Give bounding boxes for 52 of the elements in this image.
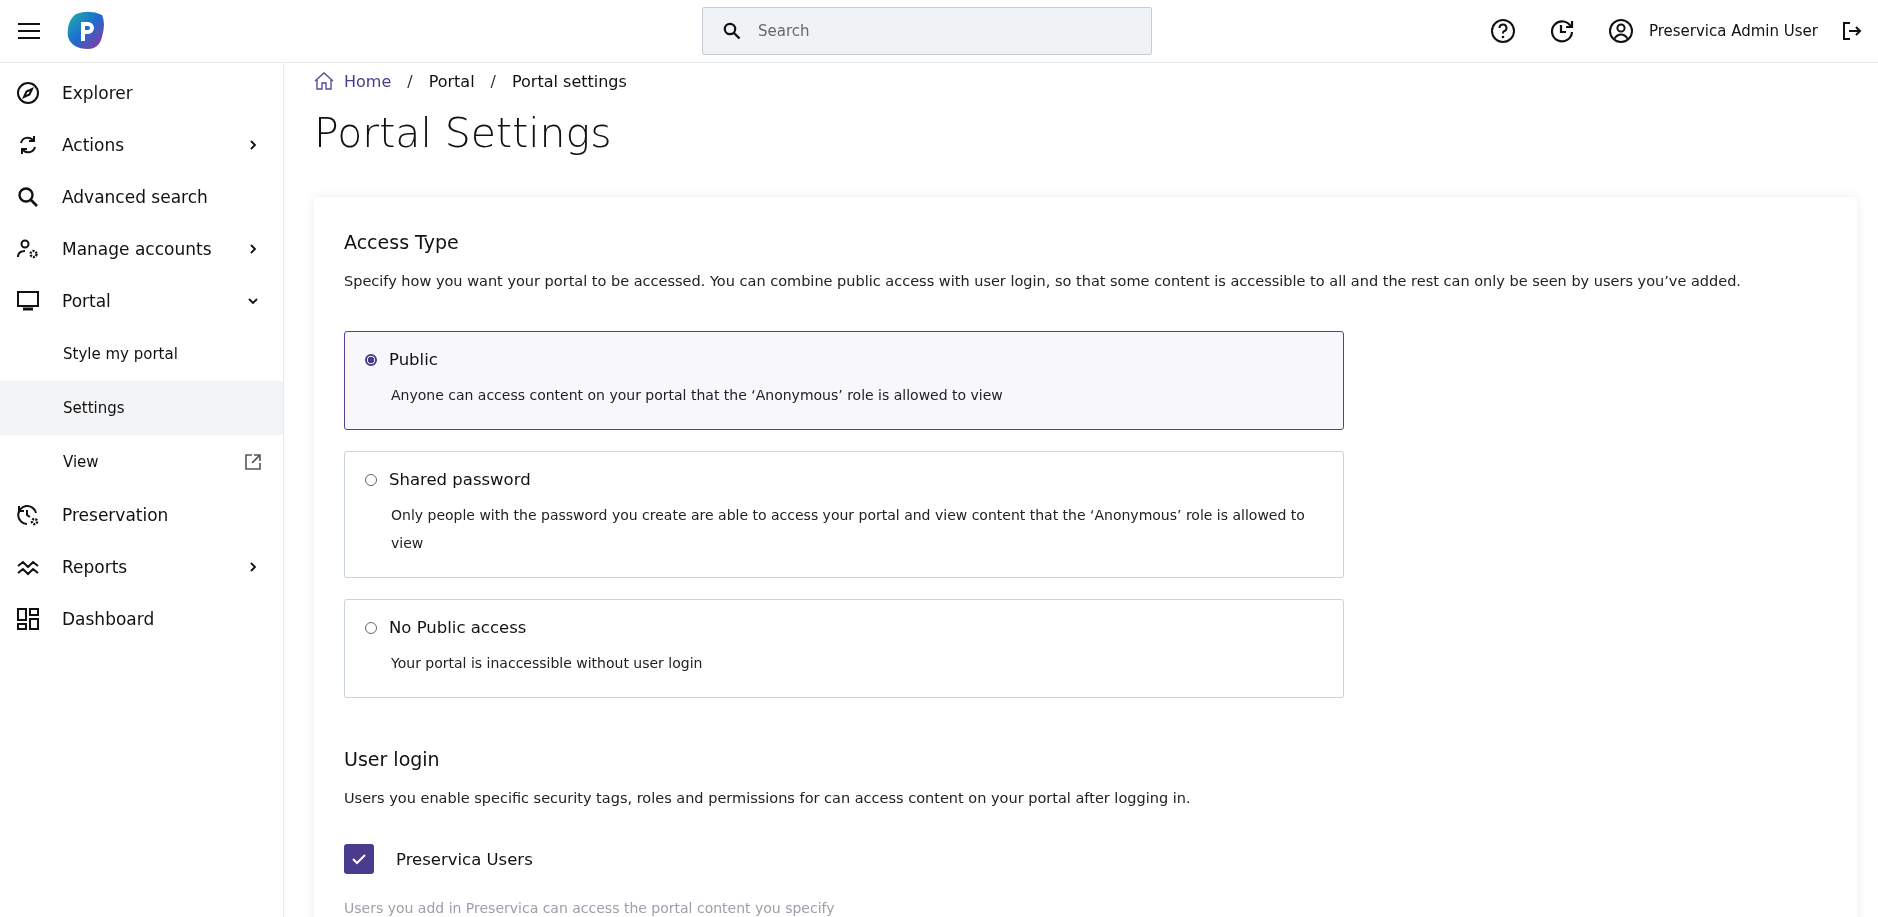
sub-nav-item[interactable]: Settings: [0, 381, 283, 435]
external-link-icon: [245, 454, 261, 470]
radio-option-card[interactable]: Public Anyone can access content on your portal that the ‘Anonymous’ role is allowed to view: [344, 331, 1344, 430]
user-avatar-icon[interactable]: [1607, 18, 1634, 44]
clock-gear-icon: [16, 503, 40, 527]
sub-nav-item[interactable]: View: [0, 435, 283, 489]
hint-text: Users you add in Preservica can access the portal content you specify: [344, 900, 836, 916]
user-name[interactable]: Preservica Admin User: [1648, 22, 1818, 40]
breadcrumb-link[interactable]: Portal: [428, 71, 475, 91]
section-description: Users you enable specific security tags, roles and permissions for can access content on your portal after logging in.: [344, 790, 1192, 806]
checkbox[interactable]: [344, 844, 374, 874]
nav-item[interactable]: Preservation: [0, 489, 283, 541]
nav-item[interactable]: Reports: [0, 541, 283, 593]
breadcrumb-current: Portal settings: [512, 71, 627, 91]
monitor-icon: [16, 289, 40, 313]
radio-button[interactable]: [365, 353, 377, 366]
checkbox-label[interactable]: Preservica Users: [396, 849, 533, 869]
logout-icon[interactable]: [1842, 21, 1862, 41]
search-field[interactable]: Search: [702, 7, 1152, 55]
radio-option-card[interactable]: No Public access Your portal is inaccessible without user login: [344, 599, 1344, 698]
sub-nav-item[interactable]: Style my portal: [0, 327, 283, 381]
nav-item[interactable]: Advanced search: [0, 171, 283, 223]
breadcrumb-separator: /: [407, 71, 413, 91]
user-gear-icon: [16, 237, 40, 261]
search-icon: [16, 185, 40, 209]
help-icon[interactable]: [1489, 18, 1516, 44]
section-heading: User login: [344, 748, 441, 770]
search-icon: [723, 22, 741, 40]
checkmark-icon: [351, 853, 367, 865]
radio-option-card[interactable]: Shared password Only people with the password you create are able to access your portal and view content that the ‘Anonymous’ role is allowed to view: [344, 451, 1344, 578]
history-icon[interactable]: [1548, 18, 1575, 44]
option-label[interactable]: Shared password: [389, 470, 531, 489]
option-label[interactable]: No Public access: [389, 618, 527, 637]
breadcrumb-link[interactable]: Home: [344, 71, 392, 91]
option-description: Only people with the password you create are able to access your portal and view content that the ‘Anonymous’ role is allowed to view: [391, 506, 1306, 553]
section-heading: Access Type: [344, 231, 460, 253]
nav-item[interactable]: Dashboard: [0, 593, 283, 645]
home-icon[interactable]: [314, 72, 334, 90]
nav-item[interactable]: Explorer: [0, 67, 283, 119]
page-title: Portal Settings: [314, 109, 613, 157]
nav-item[interactable]: Actions: [0, 119, 283, 171]
option-description: Your portal is inaccessible without user login: [391, 654, 704, 673]
section-description: Specify how you want your portal to be accessed. You can combine public access with user login, so that some content is accessible to all and the rest can only be seen by users you’ve added.: [344, 273, 1742, 289]
option-description: Anyone can access content on your portal that the ‘Anonymous’ role is allowed to view: [391, 386, 1004, 405]
logo-icon[interactable]: [66, 11, 106, 51]
breadcrumb-separator: /: [490, 71, 496, 91]
dashboard-icon: [16, 607, 40, 631]
option-label[interactable]: Public: [389, 350, 438, 369]
nav-item[interactable]: Portal: [0, 275, 283, 327]
menu-icon[interactable]: [18, 23, 40, 39]
compass-icon: [16, 81, 40, 105]
nav-item[interactable]: Manage accounts: [0, 223, 283, 275]
